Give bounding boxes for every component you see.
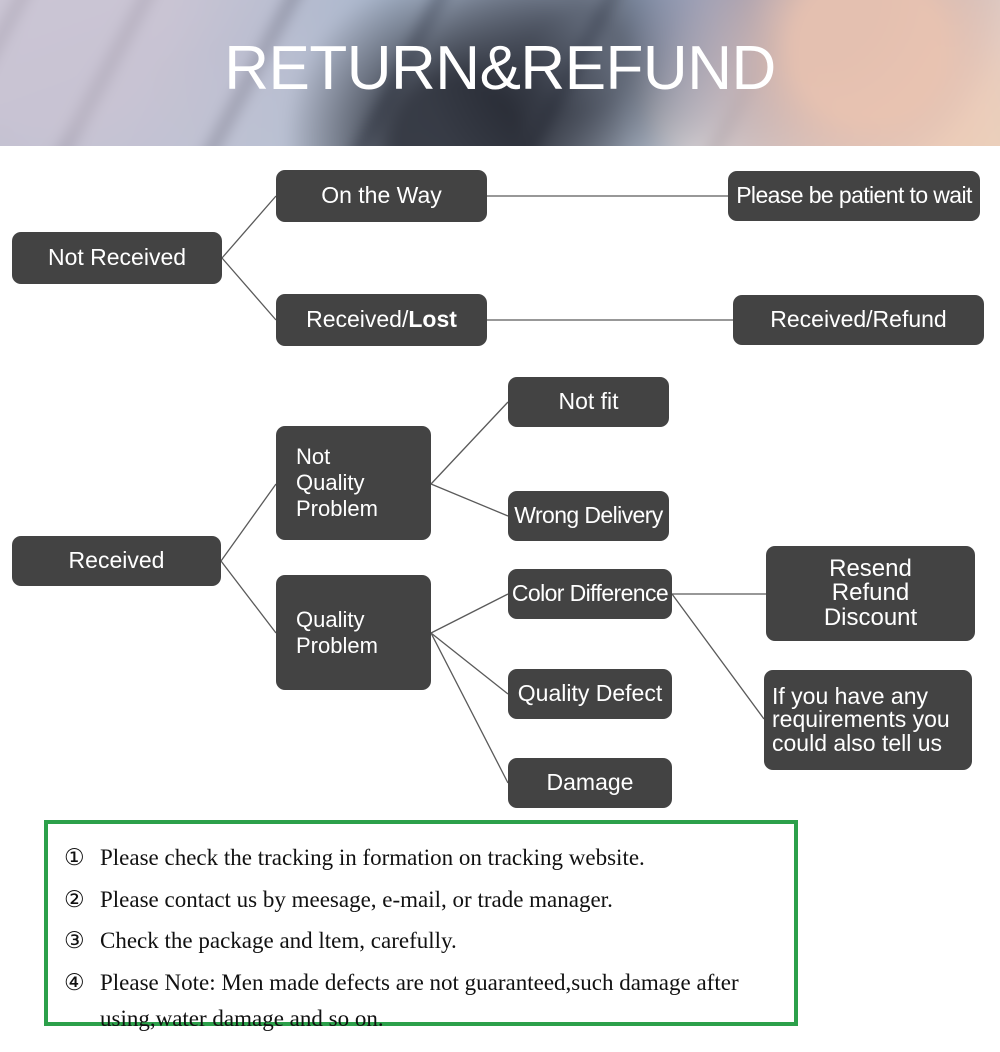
note-text-2: Please contact us by meesage, e-mail, or… <box>100 886 613 912</box>
note-item: ③ Check the package and ltem, carefully. <box>64 923 784 959</box>
node-not-received[interactable]: Not Received <box>12 232 222 284</box>
node-please-be-patient-label: Please be patient to wait <box>736 182 972 209</box>
connector-notquality-wrongdelivery <box>430 483 509 517</box>
flowchart: Not Received Received On the Way Receive… <box>0 146 1000 816</box>
node-damage-label: Damage <box>546 769 634 796</box>
connector-received-notquality <box>220 483 277 562</box>
connector-notreceived-ontheway <box>221 195 277 259</box>
connector-quality-colordifference <box>430 593 509 634</box>
note-number-4: ④ <box>64 969 85 995</box>
node-color-difference[interactable]: Color Difference <box>508 569 672 619</box>
connector-received-quality <box>220 560 277 634</box>
node-not-quality-problem[interactable]: Not Quality Problem <box>276 426 431 540</box>
connector-notquality-notfit <box>430 401 509 485</box>
node-not-quality-problem-label: Not Quality Problem <box>296 444 378 521</box>
node-wrong-delivery[interactable]: Wrong Delivery <box>508 491 669 541</box>
banner: RETURN&REFUND <box>0 0 1000 146</box>
note-item: ① Please check the tracking in formation… <box>64 840 784 876</box>
note-text-3: Check the package and ltem, carefully. <box>100 928 457 954</box>
node-received-lost-prefix: Received/ <box>306 306 409 333</box>
connector-quality-damage <box>430 632 509 784</box>
node-damage[interactable]: Damage <box>508 758 672 808</box>
node-received-label: Received <box>68 547 165 574</box>
connector-colordifference-requirements <box>671 593 765 720</box>
note-number-1: ① <box>64 845 85 870</box>
node-received-refund[interactable]: Received/Refund <box>733 295 984 345</box>
note-item: ② Please contact us by meesage, e-mail, … <box>64 882 784 918</box>
node-if-you-have-any-requirements-label: If you have any requirements you could a… <box>772 682 950 756</box>
node-resend-refund-discount[interactable]: Resend Refund Discount <box>766 546 975 641</box>
connector-notreceived-receivedlost <box>221 257 277 321</box>
node-please-be-patient[interactable]: Please be patient to wait <box>728 171 980 221</box>
node-on-the-way[interactable]: On the Way <box>276 170 487 222</box>
node-not-received-label: Not Received <box>47 244 187 271</box>
note-item: ④ Please Note: Men made defects are not … <box>64 965 784 1036</box>
node-quality-problem-label: Quality Problem <box>296 606 378 658</box>
node-wrong-delivery-label: Wrong Delivery <box>514 502 663 529</box>
node-if-you-have-any-requirements[interactable]: If you have any requirements you could a… <box>764 670 972 770</box>
node-received-refund-label: Received/Refund <box>770 306 947 333</box>
node-on-the-way-label: On the Way <box>321 182 442 209</box>
node-received-lost-label: Received/Lost <box>306 306 457 333</box>
node-not-fit[interactable]: Not fit <box>508 377 669 427</box>
node-received-lost-bold: Lost <box>408 306 457 333</box>
return-refund-infographic: RETURN&REFUND Not Received Received On t… <box>0 0 1000 1052</box>
node-color-difference-label: Color Difference <box>511 580 669 607</box>
note-text-1: Please check the tracking in formation o… <box>100 845 645 870</box>
note-number-2: ② <box>64 886 85 912</box>
page-title: RETURN&REFUND <box>224 34 776 103</box>
node-received[interactable]: Received <box>12 536 221 586</box>
node-quality-defect-label: Quality Defect <box>517 680 663 707</box>
node-not-fit-label: Not fit <box>558 388 619 415</box>
connector-quality-qualitydefect <box>430 632 509 695</box>
node-received-lost[interactable]: Received/Lost <box>276 294 487 346</box>
node-resend-refund-discount-label: Resend Refund Discount <box>823 554 918 631</box>
node-quality-defect[interactable]: Quality Defect <box>508 669 672 719</box>
notes-box: ① Please check the tracking in formation… <box>44 820 798 1031</box>
node-quality-problem[interactable]: Quality Problem <box>276 575 431 690</box>
note-text-4: Please Note: Men made defects are not gu… <box>100 969 739 1031</box>
note-number-3: ③ <box>64 928 85 954</box>
